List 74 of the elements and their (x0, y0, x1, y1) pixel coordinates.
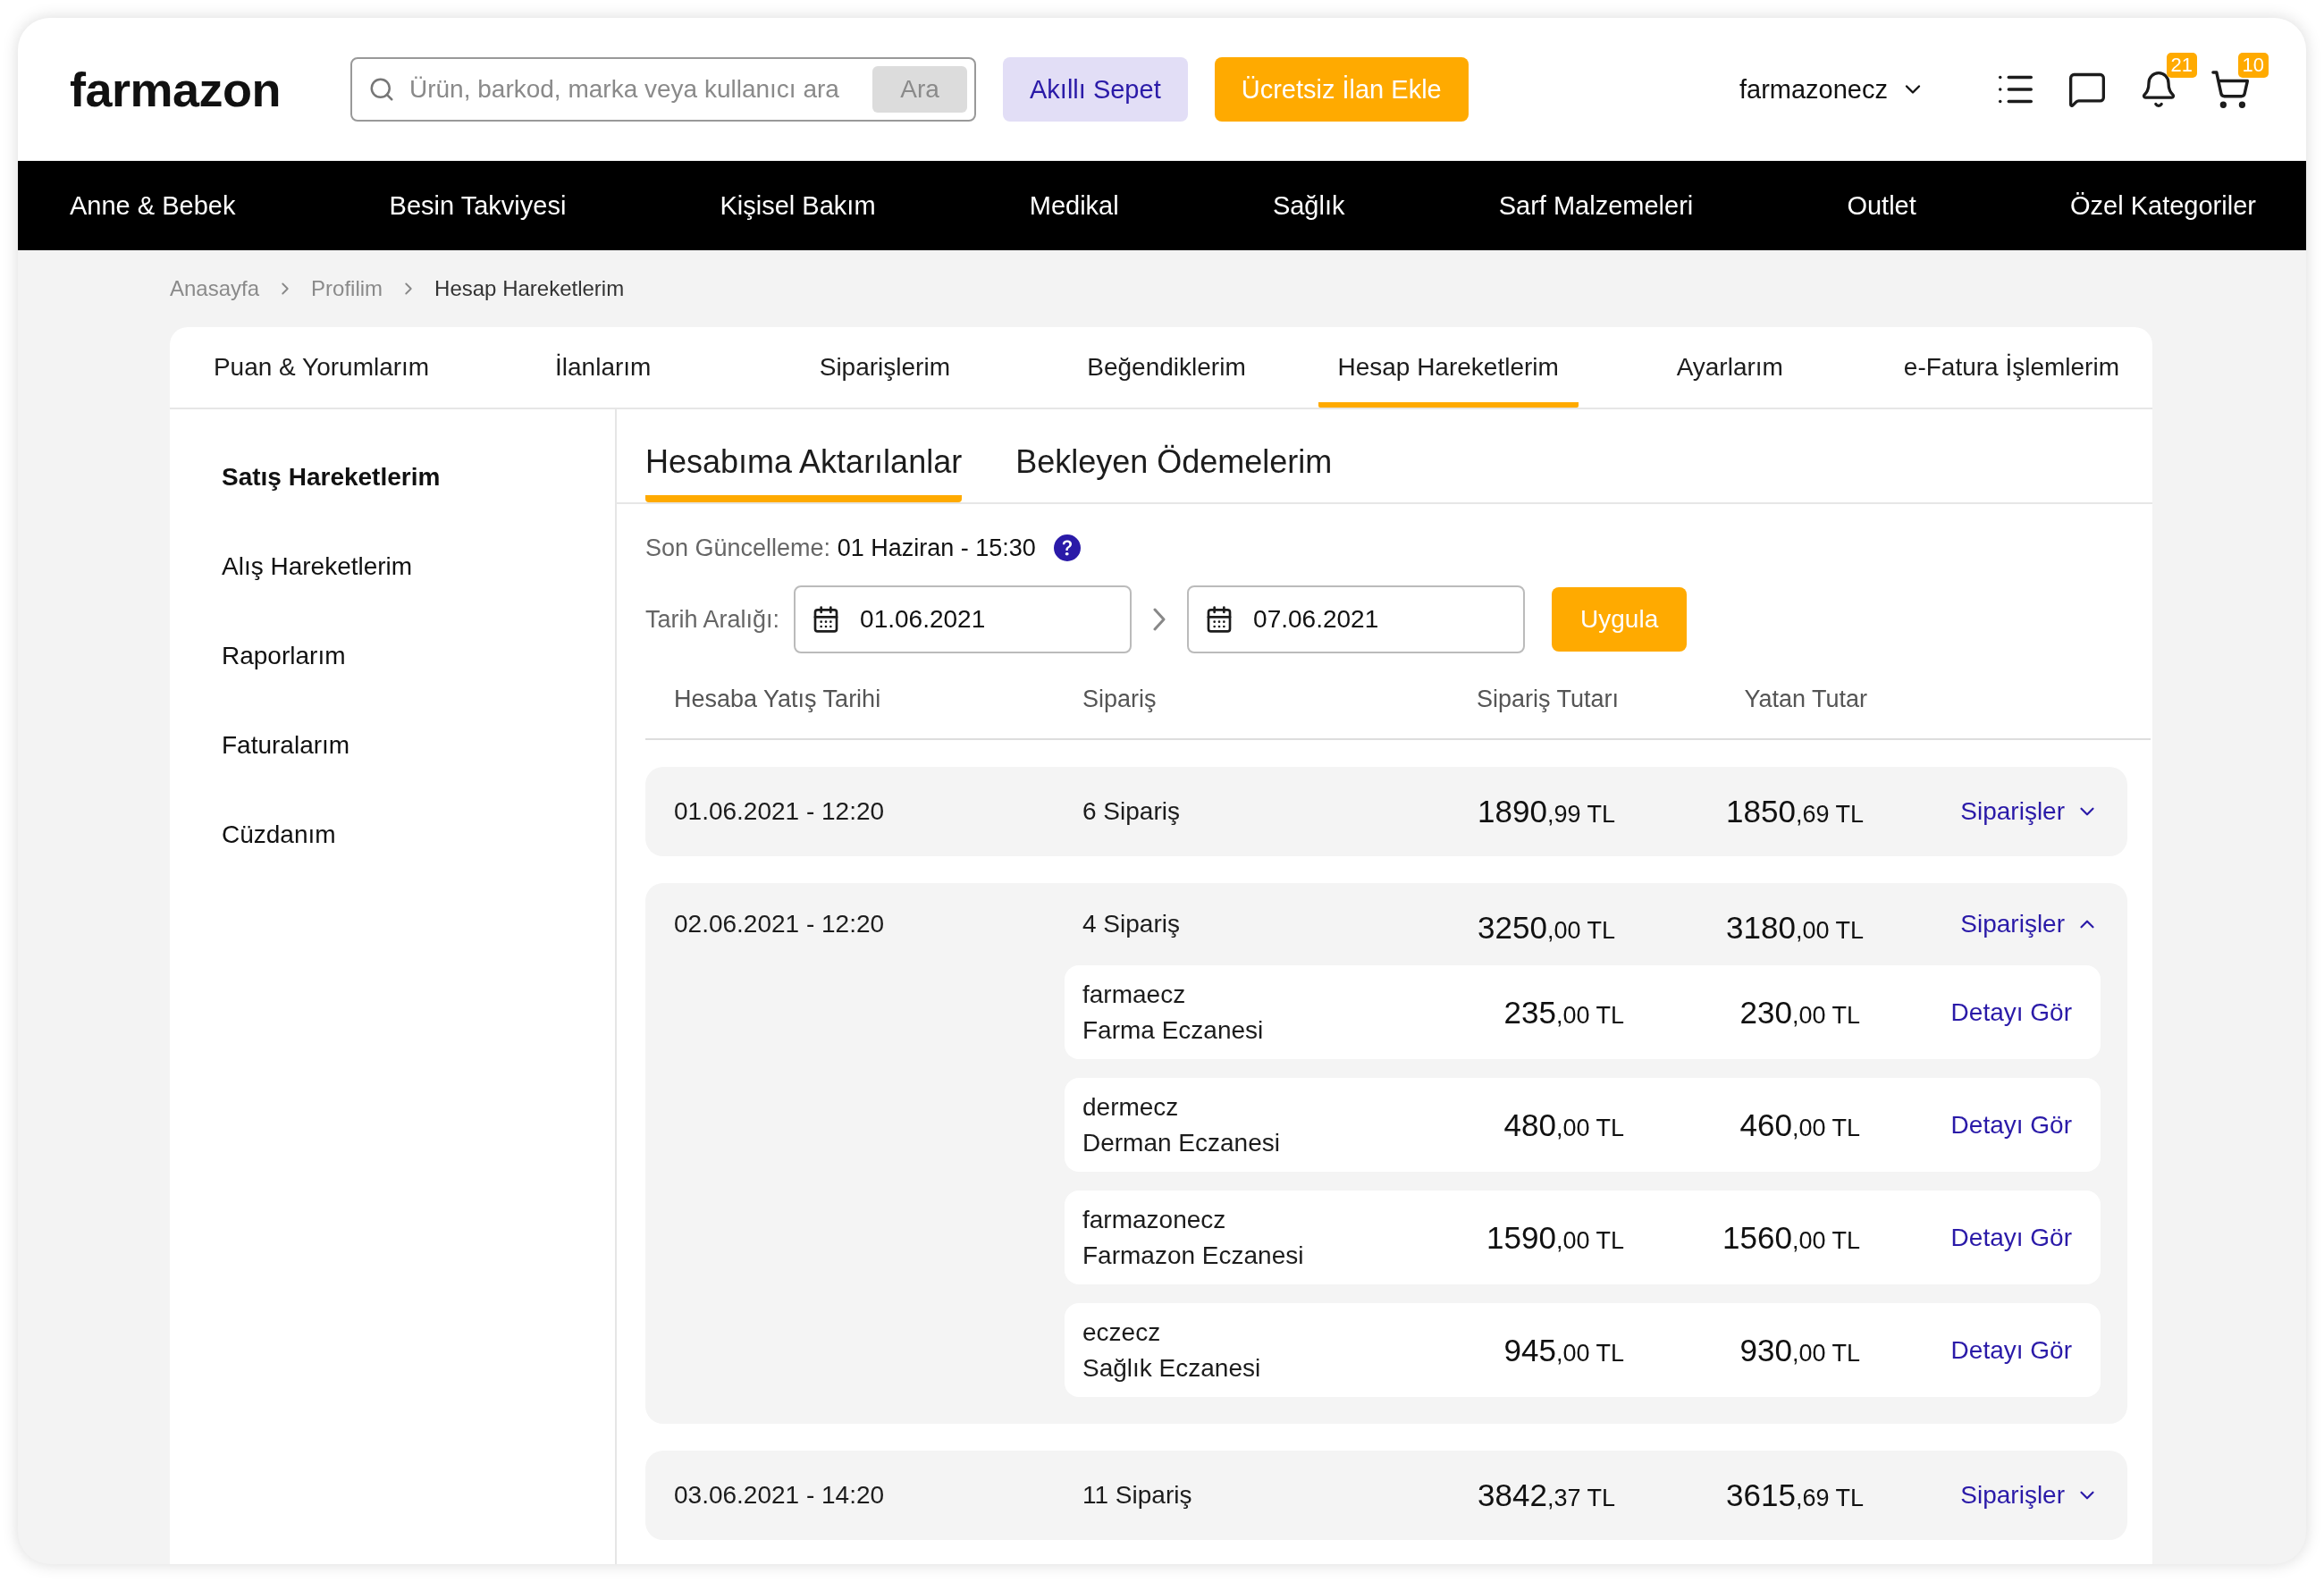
order-count-cell-text: 11 Sipariş (1082, 1481, 1193, 1510)
column-header: Sipariş Tutarı (1475, 685, 1619, 713)
column-header: Yatan Tutar (1743, 685, 1867, 713)
nav-link[interactable]: Medikal (1029, 190, 1119, 221)
tab[interactable]: Beğendiklerim (1036, 327, 1297, 408)
tab[interactable]: İlanlarım (473, 327, 734, 408)
order-total-cell-text: 1590,00 TL (1486, 1219, 1625, 1256)
paid-amount-cell-text: 1850,69 TL (1725, 794, 1865, 829)
paid-amount-cell-text: 230,00 TL (1739, 994, 1861, 1031)
sidebar-item[interactable]: Alış Hareketlerim (222, 543, 615, 590)
notification-badge: 21 (2166, 53, 2197, 78)
username-cell-text: farmazonecz (1082, 1205, 1227, 1234)
start-date-field[interactable]: 01.06.2021 (794, 585, 1133, 653)
help-icon[interactable] (1053, 534, 1081, 561)
last-update-text: Son Güncelleme: 01 Haziran - 15:30 (645, 534, 1036, 562)
paid-amount-cell-text: 1560,00 TL (1722, 1219, 1861, 1256)
paid-amount-cell-text: 3180,00 TL (1725, 910, 1865, 946)
nav-link[interactable]: Outlet (1847, 190, 1916, 221)
pharmacy-name-cell-text: Sağlık Eczanesi (1082, 1353, 1262, 1383)
search-icon (368, 76, 395, 103)
nav-link[interactable]: Sağlık (1272, 190, 1345, 221)
detail-link[interactable]: Detayı Gör (1950, 1223, 2072, 1252)
order-count-cell-text: 4 Sipariş (1082, 910, 1181, 938)
date-cell-text: 01.06.2021 - 12:20 (674, 797, 886, 826)
username-cell-text: eczecz (1082, 1317, 1162, 1347)
orders-toggle[interactable]: Siparişler (1960, 910, 2099, 938)
logo[interactable]: farmazon (70, 62, 350, 117)
tab[interactable]: Siparişlerim (754, 327, 1015, 408)
orders-toggle[interactable]: Siparişler (1960, 797, 2099, 826)
order-count-cell-text: 6 Sipariş (1082, 797, 1181, 826)
order-total-cell-text: 480,00 TL (1503, 1107, 1625, 1143)
date-cell-text: 02.06.2021 - 12:20 (674, 910, 886, 938)
breadcrumb-link[interactable]: Hesap Hareketlerim (434, 276, 625, 301)
paid-amount-cell-text: 3615,69 TL (1725, 1477, 1865, 1513)
tab[interactable]: Puan & Yorumlarım (191, 327, 452, 408)
cart-badge: 10 (2237, 53, 2269, 78)
nav-link[interactable]: Kişisel Bakım (720, 190, 876, 221)
chevron-right-icon (1153, 608, 1166, 631)
tab[interactable]: Hesap Hareketlerim (1318, 327, 1579, 408)
paid-amount-cell-text: 930,00 TL (1739, 1332, 1861, 1368)
username-cell-text: dermecz (1082, 1092, 1180, 1122)
detail-link[interactable]: Detayı Gör (1950, 1335, 2072, 1365)
order-total-cell-text: 235,00 TL (1503, 994, 1625, 1031)
subtab[interactable]: Bekleyen Ödemelerim (1015, 443, 1333, 502)
sidebar-item[interactable]: Faturalarım (222, 722, 615, 769)
order-total-cell-text: 3842,37 TL (1477, 1477, 1616, 1513)
subtab[interactable]: Hesabıma Aktarılanlar (645, 443, 963, 502)
tab[interactable]: e-Fatura İşlemlerim (1881, 327, 2142, 408)
pharmacy-name-cell-text: Derman Eczanesi (1082, 1128, 1281, 1157)
order-total-cell-text: 945,00 TL (1503, 1332, 1625, 1368)
tab[interactable]: Ayarlarım (1599, 327, 1860, 408)
sidebar-item[interactable]: Cüzdanım (222, 812, 615, 858)
pharmacy-name-cell-text: Farmazon Eczanesi (1082, 1241, 1305, 1270)
detail-link[interactable]: Detayı Gör (1950, 997, 2072, 1027)
order-total-cell-text: 3250,00 TL (1477, 910, 1616, 946)
user-menu[interactable]: farmazonecz (1734, 73, 1931, 105)
nav-link[interactable]: Özel Kategoriler (2070, 190, 2256, 221)
pharmacy-name-cell-text: Farma Eczanesi (1082, 1015, 1265, 1045)
nav-link[interactable]: Anne & Bebek (70, 190, 236, 221)
detail-link[interactable]: Detayı Gör (1950, 1110, 2072, 1140)
sidebar-item[interactable]: Satış Hareketlerim (222, 454, 615, 501)
end-date-field[interactable]: 07.06.2021 (1187, 585, 1526, 653)
orders-toggle[interactable]: Siparişler (1960, 1481, 2099, 1510)
nav-link[interactable]: Besin Takviyesi (389, 190, 567, 221)
date-range-label: Tarih Aralığı: (645, 605, 780, 634)
sidebar-item[interactable]: Raporlarım (222, 633, 615, 679)
smart-cart-button[interactable]: Akıllı Sepet (1003, 57, 1188, 122)
date-cell-text: 03.06.2021 - 14:20 (674, 1481, 886, 1510)
column-header: Sipariş (1082, 685, 1158, 713)
nav-link[interactable]: Sarf Malzemeleri (1498, 190, 1694, 221)
username-cell-text: farmaecz (1082, 980, 1187, 1009)
paid-amount-cell-text: 460,00 TL (1739, 1107, 1861, 1143)
column-header: Hesaba Yatış Tarihi (674, 685, 882, 713)
order-total-cell-text: 1890,99 TL (1477, 794, 1616, 829)
